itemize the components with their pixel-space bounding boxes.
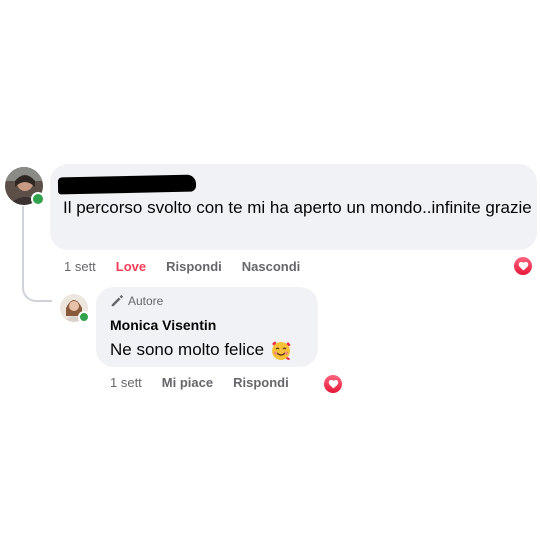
- comment-timestamp[interactable]: 1 sett: [64, 259, 96, 274]
- comment-text: Il percorso svolto con te mi ha aperto u…: [63, 198, 532, 217]
- online-status-dot: [78, 311, 90, 323]
- smiling-face-with-hearts-icon: [270, 339, 292, 361]
- hide-button[interactable]: Nascondi: [242, 259, 301, 274]
- avatar[interactable]: [5, 167, 45, 206]
- reaction-count-badge[interactable]: [512, 255, 534, 277]
- like-button[interactable]: Mi piace: [162, 375, 213, 390]
- online-status-dot: [31, 192, 45, 206]
- author-badge: Autore: [110, 294, 163, 308]
- heart-icon: [324, 375, 342, 393]
- reply-text-row: Ne sono molto felice: [110, 339, 292, 361]
- reply-thread-connector: [22, 206, 52, 302]
- pencil-icon: [111, 294, 124, 307]
- avatar[interactable]: [60, 294, 90, 323]
- reply-text: Ne sono molto felice: [110, 340, 265, 359]
- heart-icon: [514, 257, 532, 275]
- comment-author-name[interactable]: Monica Visentin: [110, 317, 216, 333]
- reply-button[interactable]: Rispondi: [166, 259, 222, 274]
- love-reaction-button[interactable]: Love: [116, 259, 146, 274]
- redacted-author-name: [57, 174, 197, 195]
- reply-button[interactable]: Rispondi: [233, 375, 289, 390]
- reaction-count-badge[interactable]: [322, 373, 344, 395]
- author-badge-label: Autore: [128, 294, 164, 308]
- reply-timestamp[interactable]: 1 sett: [110, 375, 142, 390]
- comment-actions: 1 sett Love Rispondi Nascondi: [64, 259, 320, 274]
- reply-actions: 1 sett Mi piace Rispondi: [110, 375, 309, 390]
